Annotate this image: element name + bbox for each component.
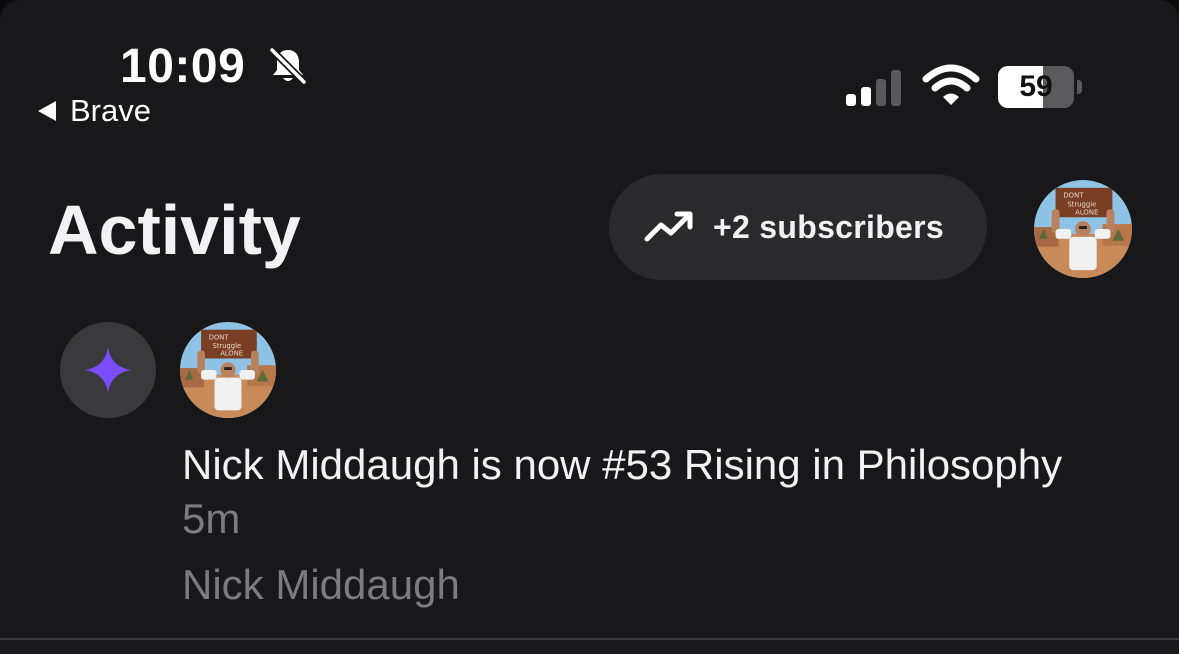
avatar-photo: DONT Struggle ALONE	[1034, 180, 1132, 278]
subscribers-label: +2 subscribers	[713, 208, 944, 245]
battery-percent: 59	[1019, 70, 1053, 103]
avatar-photo: DONT Struggle ALONE	[180, 322, 276, 418]
subscribers-pill-button[interactable]: +2 subscribers	[609, 174, 987, 280]
app-screen: 10:09 Brave 59 Activity +2 subscribers D…	[0, 0, 1179, 654]
trending-up-icon	[644, 211, 693, 242]
sign-text-2: Struggle	[1067, 200, 1096, 208]
author-avatar[interactable]: DONT Struggle ALONE	[180, 322, 276, 418]
sign-text-1: DONT	[209, 333, 229, 341]
battery-tip	[1077, 80, 1082, 94]
back-to-app-link[interactable]: Brave	[38, 92, 151, 130]
battery-icon: 59	[998, 66, 1082, 108]
bell-slash-icon	[268, 46, 308, 86]
page-title: Activity	[48, 191, 301, 269]
wifi-icon	[922, 64, 980, 105]
rising-badge	[60, 322, 156, 418]
signal-icon	[846, 70, 901, 106]
sign-text-3: ALONE	[220, 350, 243, 358]
divider	[0, 638, 1179, 640]
activity-item-text[interactable]: Nick Middaugh is now #53 Rising in Philo…	[182, 438, 1082, 546]
profile-avatar[interactable]: DONT Struggle ALONE	[1034, 180, 1132, 278]
sparkle-icon	[85, 347, 131, 393]
back-caret-icon	[38, 101, 56, 121]
activity-author[interactable]: Nick Middaugh	[182, 558, 460, 612]
activity-message: Nick Middaugh is now #53 Rising in Philo…	[182, 441, 1063, 488]
sign-text-1: DONT	[1063, 192, 1084, 200]
back-app-label: Brave	[70, 93, 151, 128]
activity-timestamp: 5m	[182, 495, 241, 542]
sign-text-3: ALONE	[1075, 208, 1098, 216]
status-time: 10:09	[120, 40, 246, 93]
battery-body: 59	[998, 66, 1074, 108]
